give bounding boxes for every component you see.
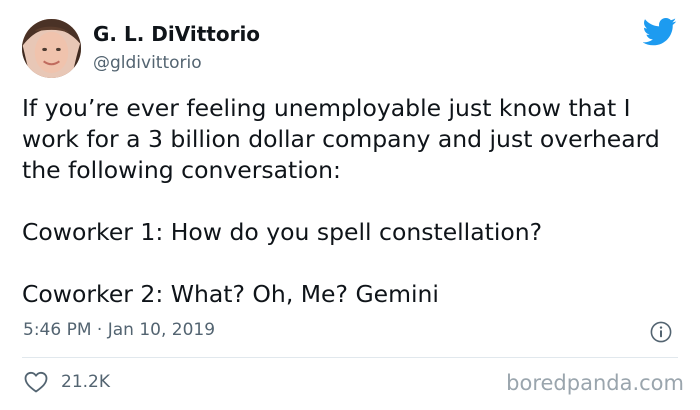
divider [22,357,678,358]
avatar[interactable] [22,19,81,78]
twitter-bird-icon[interactable] [643,18,677,46]
tweet-card: G. L. DiVittorio @gldivittorio If you’re… [0,0,700,410]
tweet-text: If you’re ever feeling unemployable just… [22,93,682,310]
avatar-photo [22,19,81,78]
watermark: boredpanda.com [506,371,684,395]
display-name[interactable]: G. L. DiVittorio [93,22,260,46]
heart-icon[interactable] [24,371,48,393]
tweet-paragraph: Coworker 2: What? Oh, Me? Gemini [22,280,439,308]
info-icon[interactable] [650,321,672,343]
like-action[interactable]: 21.2K [24,371,110,393]
tweet-paragraph: If you’re ever feeling unemployable just… [22,94,660,184]
author-block: G. L. DiVittorio @gldivittorio [93,22,260,74]
like-count: 21.2K [61,372,110,392]
tweet-timestamp[interactable]: 5:46 PM · Jan 10, 2019 [23,318,215,342]
tweet-paragraph: Coworker 1: How do you spell constellati… [22,218,543,246]
user-handle[interactable]: @gldivittorio [93,52,260,74]
